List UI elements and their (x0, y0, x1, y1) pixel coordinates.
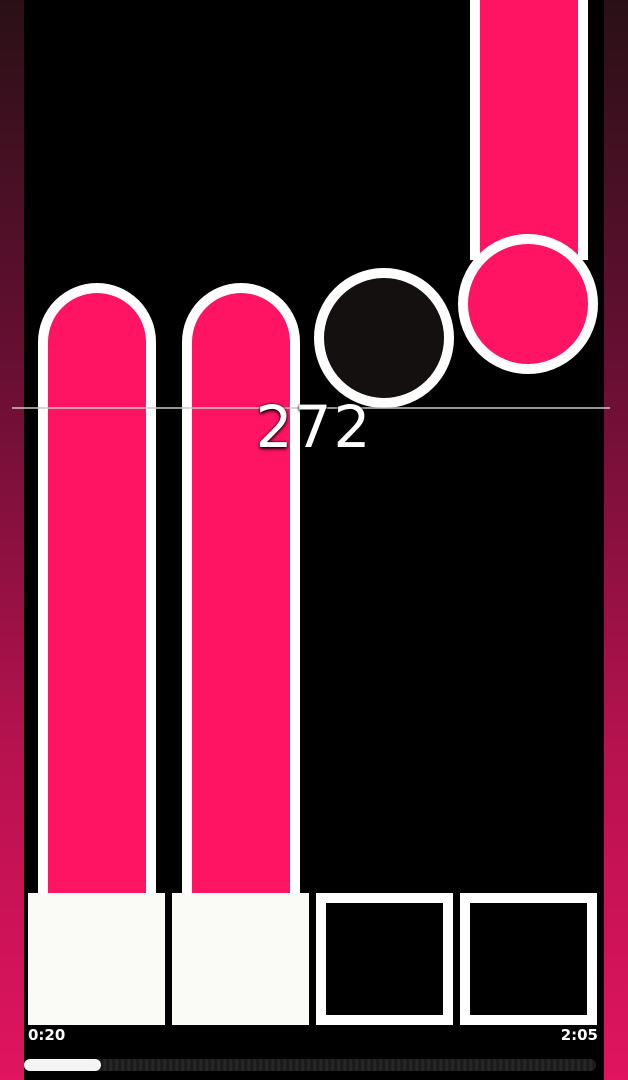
lane-2-hold-note (182, 283, 300, 895)
lane-4-hold-trail (470, 0, 588, 260)
lane-4-tap-pad[interactable] (460, 893, 597, 1025)
lane-3-tap-pad[interactable] (316, 893, 453, 1025)
lane-2-tap-pad[interactable] (172, 893, 309, 1025)
game-stage: 272 0:20 2:05 (0, 0, 628, 1080)
score-counter: 272 (255, 393, 373, 461)
right-side-border (604, 0, 628, 1080)
song-progress-bar (24, 1059, 596, 1071)
left-side-border (0, 0, 24, 1080)
lane-1-tap-pad[interactable] (28, 893, 165, 1025)
elapsed-time: 0:20 (28, 1026, 66, 1044)
lane-3-tap-note (314, 268, 454, 408)
lane-1-hold-note (38, 283, 156, 895)
song-progress-fill (24, 1059, 102, 1071)
lane-4-hold-head (458, 234, 598, 374)
total-time: 2:05 (560, 1026, 598, 1044)
